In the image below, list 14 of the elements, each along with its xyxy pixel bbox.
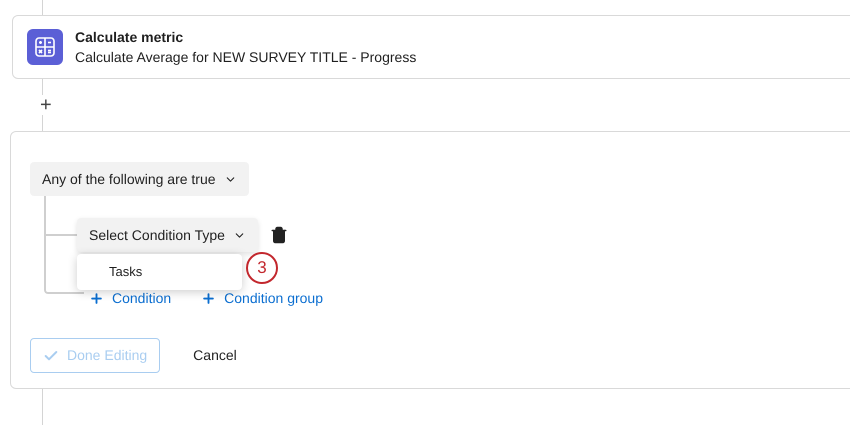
step-number-badge: 3 [246,252,278,284]
plus-icon [201,291,216,306]
add-condition-link[interactable]: Condition group [201,288,324,309]
step-card[interactable]: Calculate metric Calculate Average for NEW SURVEY TITLE - Progress [12,15,850,79]
plus-icon [89,291,104,306]
group-select[interactable]: Any of the following are true [30,162,249,196]
condition-type-select[interactable]: Select Condition Type [77,218,258,252]
step-title: Calculate metric [75,28,184,47]
trash-icon[interactable] [270,226,288,244]
step-subtitle: Calculate Average for NEW SURVEY TITLE - Progress [75,48,416,67]
menu-item[interactable]: Tasks [77,262,242,282]
add-condition-link[interactable]: Condition [89,288,172,309]
calculator-icon [27,29,63,65]
cancel-button[interactable]: Cancel [193,345,237,366]
